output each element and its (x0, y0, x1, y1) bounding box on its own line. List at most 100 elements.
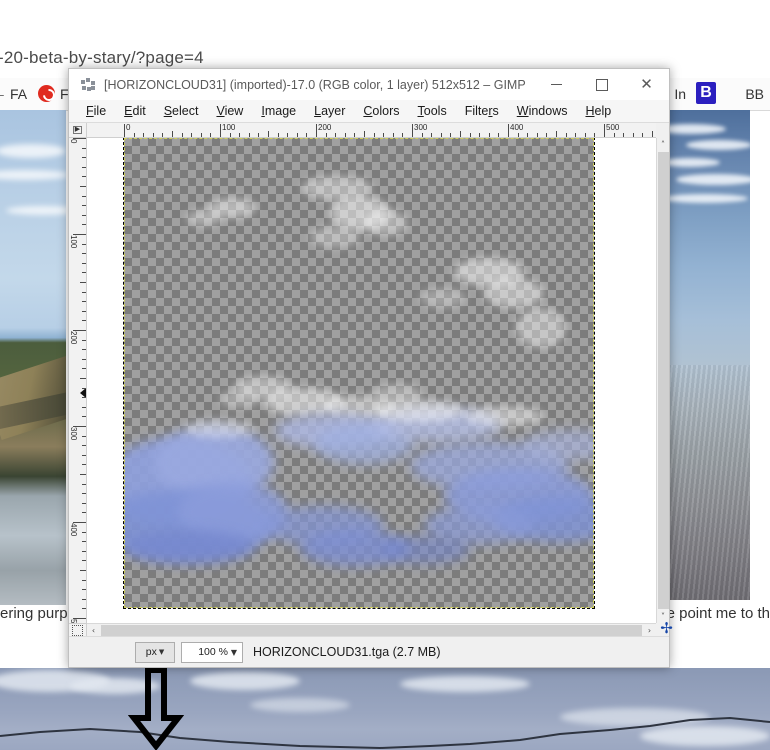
down-arrow-annotation (128, 667, 184, 750)
ruler-tick (143, 133, 145, 137)
flight-sim-image-right (666, 110, 750, 600)
url-text: -20-beta-by-stary/?page=4 (0, 48, 204, 67)
ruler-tick (575, 133, 577, 137)
file-status-text: HORIZONCLOUD31.tga (2.7 MB) (253, 645, 441, 659)
ruler-tick (181, 133, 183, 137)
ruler-tick (392, 133, 394, 137)
horizontal-ruler[interactable]: 0 100 200 300 400 500 (87, 123, 656, 138)
menu-help[interactable]: Help (576, 102, 620, 120)
menu-view[interactable]: View (207, 102, 252, 120)
bookmark-fa[interactable]: FA (10, 86, 27, 102)
sky-image-bottom (0, 668, 770, 750)
ruler-tick (82, 147, 86, 149)
gimp-titlebar[interactable]: [HORIZONCLOUD31] (imported)-17.0 (RGB co… (69, 69, 669, 100)
canvas-viewport[interactable] (87, 138, 656, 623)
ruler-tick (277, 133, 279, 137)
image-canvas[interactable] (123, 138, 595, 609)
ruler-tick (623, 133, 625, 137)
ruler-tick (296, 133, 298, 137)
menu-colors[interactable]: Colors (354, 102, 408, 120)
ruler-tick (82, 483, 86, 485)
ruler-tick (82, 387, 86, 389)
scroll-up-button[interactable]: ˄ (657, 138, 670, 151)
vertical-scroll-thumb[interactable] (657, 152, 669, 609)
ruler-tick (82, 301, 86, 303)
quick-mask-toggle-icon[interactable] (69, 623, 87, 636)
chevron-down-icon[interactable]: ▼ (228, 648, 240, 657)
spiral-icon[interactable] (38, 85, 55, 102)
window-controls: ✕ (534, 69, 669, 100)
menu-layer[interactable]: Layer (305, 102, 354, 120)
ruler-tick (229, 133, 231, 137)
bookmark-dash[interactable]: – (0, 86, 4, 102)
ruler-tick (82, 262, 86, 264)
ruler-tick (258, 133, 260, 137)
ruler-tick (82, 589, 86, 591)
ruler-tick (80, 570, 86, 571)
ruler-origin-button[interactable]: ▶ (69, 123, 87, 138)
ruler-tick (431, 133, 433, 137)
navigation-move-icon[interactable]: ✢ (658, 621, 675, 638)
ruler-tick (133, 133, 135, 137)
ruler-tick (325, 133, 327, 137)
gimp-canvas-area: ▶ 0 100 200 300 400 500 0 100 200 300 400 500 (69, 123, 673, 636)
ruler-tick (82, 435, 86, 437)
ruler-label: 200 (318, 123, 332, 132)
ruler-tick (364, 131, 365, 137)
ruler-tick (527, 133, 529, 137)
ruler-tick (82, 320, 86, 322)
horizontal-scrollbar[interactable]: ‹ › (87, 623, 656, 636)
ruler-tick (82, 397, 86, 399)
scroll-right-button[interactable]: › (643, 624, 656, 637)
vertical-scrollbar[interactable]: ˄ ˅ (656, 138, 669, 623)
ruler-tick (546, 133, 548, 137)
ruler-tick (488, 133, 490, 137)
ruler-tick (82, 406, 86, 408)
ruler-tick (82, 157, 86, 159)
ruler-tick (80, 186, 86, 187)
ruler-label: 0 (69, 139, 78, 144)
menu-edit[interactable]: Edit (115, 102, 155, 120)
b-brand-icon[interactable]: B (696, 82, 716, 104)
zoom-value: 100 % (198, 646, 228, 658)
ruler-tick (642, 133, 644, 137)
ruler-tick (287, 133, 289, 137)
minimize-icon[interactable] (534, 69, 579, 100)
gimp-window: [HORIZONCLOUD31] (imported)-17.0 (RGB co… (68, 68, 673, 668)
close-icon[interactable]: ✕ (624, 69, 669, 100)
ruler-label: 400 (510, 123, 524, 132)
page-text-left: ering purp (0, 605, 68, 622)
unit-dropdown[interactable]: px ▼ (135, 641, 175, 663)
ruler-tick (82, 579, 86, 581)
scroll-left-button[interactable]: ‹ (87, 624, 100, 637)
menu-filters[interactable]: Filters (456, 102, 508, 120)
ruler-tick (536, 133, 538, 137)
ruler-tick (344, 133, 346, 137)
menu-tools[interactable]: Tools (409, 102, 456, 120)
ruler-tick (82, 416, 86, 418)
ruler-tick (152, 133, 154, 137)
ruler-tick (82, 512, 86, 514)
menu-select[interactable]: Select (155, 102, 208, 120)
navigation-corner[interactable]: ✢ (656, 621, 673, 636)
ruler-tick (82, 368, 86, 370)
ruler-tick (517, 133, 519, 137)
zoom-dropdown[interactable]: 100 % ▼ (181, 641, 243, 663)
horizontal-scroll-thumb[interactable] (101, 624, 642, 636)
menu-file[interactable]: File (77, 102, 115, 120)
menu-image[interactable]: Image (252, 102, 305, 120)
ruler-tick (239, 133, 241, 137)
ruler-tick (498, 133, 500, 137)
chevron-down-icon: ▼ (158, 648, 165, 656)
ruler-tick (82, 560, 86, 562)
ruler-tick (200, 133, 202, 137)
ruler-tick (191, 133, 193, 137)
ruler-tick (556, 131, 557, 137)
gimp-wilber-icon (80, 77, 96, 93)
menu-windows[interactable]: Windows (508, 102, 577, 120)
bookmark-bb[interactable]: BB (745, 86, 764, 102)
ruler-tick (82, 205, 86, 207)
ruler-label: 100 (69, 235, 78, 249)
maximize-icon[interactable] (579, 69, 624, 100)
vertical-ruler[interactable]: 0 100 200 300 400 500 (69, 138, 87, 623)
